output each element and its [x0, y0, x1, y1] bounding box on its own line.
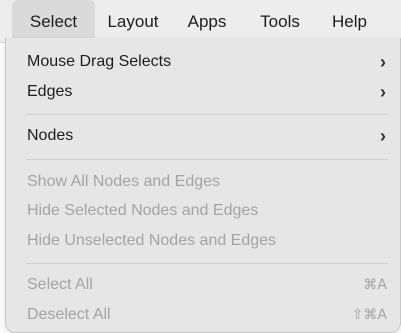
menu-item-select-all: Select All ⌘A	[6, 271, 400, 299]
menu-item-label: Nodes	[27, 127, 74, 144]
menubar-apps[interactable]: Apps	[178, 0, 236, 43]
menu-separator	[26, 114, 388, 115]
chevron-right-icon: ›	[380, 126, 386, 146]
menu-separator	[26, 263, 388, 264]
menu-item-mouse-drag-selects[interactable]: Mouse Drag Selects ›	[6, 48, 400, 76]
menubar-help[interactable]: Help	[322, 0, 377, 43]
menubar-tools[interactable]: Tools	[249, 0, 311, 43]
menu-item-edges[interactable]: Edges ›	[6, 78, 400, 106]
menu-item-hide-selected-nodes-and-edges: Hide Selected Nodes and Edges	[6, 197, 400, 225]
menubar-select[interactable]: Select	[12, 0, 95, 43]
menu-item-label: Edges	[27, 83, 73, 100]
menu-item-show-all-nodes-and-edges: Show All Nodes and Edges	[6, 168, 400, 196]
menu-item-hide-unselected-nodes-and-edges: Hide Unselected Nodes and Edges	[6, 227, 400, 255]
menu-item-nodes[interactable]: Nodes ›	[6, 122, 400, 150]
menu-item-label: Show All Nodes and Edges	[27, 173, 221, 190]
menu-item-deselect-all: Deselect All ⇧⌘A	[6, 301, 400, 329]
menu-separator	[26, 159, 388, 160]
menu-item-label: Hide Unselected Nodes and Edges	[27, 232, 277, 249]
menu-item-label: Deselect All	[27, 306, 111, 323]
keyboard-shortcut: ⇧⌘A	[351, 307, 387, 323]
menu-item-label: Select All	[27, 276, 93, 293]
menubar-layout[interactable]: Layout	[97, 0, 169, 43]
chevron-right-icon: ›	[380, 82, 386, 102]
menu-bar: Select Layout Apps Tools Help	[0, 0, 401, 43]
menu-item-label: Mouse Drag Selects	[27, 53, 172, 70]
menu-item-label: Hide Selected Nodes and Edges	[27, 202, 259, 219]
chevron-right-icon: ›	[380, 52, 386, 72]
keyboard-shortcut: ⌘A	[363, 277, 387, 293]
select-dropdown-menu: Mouse Drag Selects › Edges › Nodes › Sho…	[5, 38, 401, 333]
